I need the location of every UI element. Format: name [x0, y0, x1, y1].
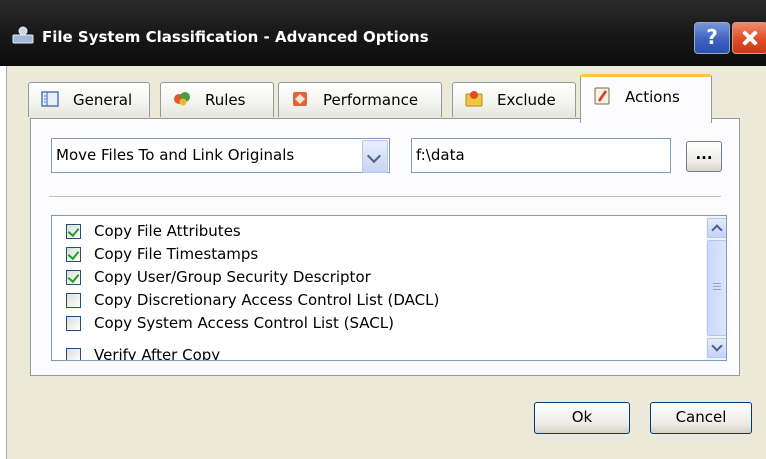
close-button[interactable] — [732, 22, 766, 54]
tab-rules[interactable]: Rules — [160, 82, 274, 117]
performance-icon — [293, 92, 307, 106]
grip-line — [713, 286, 721, 287]
option-label: Copy System Access Control List (SACL) — [94, 314, 394, 332]
tab-label: Actions — [625, 88, 680, 106]
chevron-down-icon — [366, 148, 382, 164]
rules-icon — [174, 92, 190, 106]
window-title: File System Classification - Advanced Op… — [42, 28, 429, 46]
actions-panel: Move Files To and Link Originals f:\data… — [30, 118, 740, 376]
option-label: Copy File Timestamps — [94, 245, 259, 263]
checkbox[interactable] — [66, 316, 81, 331]
checkbox[interactable] — [66, 293, 81, 308]
actions-icon — [594, 87, 610, 105]
grip-line — [713, 283, 721, 284]
option-label: Copy User/Group Security Descriptor — [94, 268, 371, 286]
tab-general[interactable]: General — [28, 82, 150, 117]
browse-button[interactable]: ... — [686, 141, 722, 172]
target-path-value: f:\data — [416, 146, 465, 164]
tab-label: Performance — [323, 91, 419, 109]
option-label: Copy File Attributes — [94, 222, 241, 240]
scroll-up-button[interactable] — [707, 218, 726, 238]
title-bar[interactable]: File System Classification - Advanced Op… — [0, 0, 766, 66]
tab-label: Exclude — [497, 91, 556, 109]
ok-button[interactable]: Ok — [534, 402, 630, 434]
grip-line — [713, 289, 721, 290]
chevron-down-icon — [711, 340, 723, 352]
divider — [49, 196, 721, 198]
action-mode-select[interactable]: Move Files To and Link Originals — [51, 138, 390, 173]
action-mode-value: Move Files To and Link Originals — [56, 146, 295, 164]
checkbox[interactable] — [66, 224, 81, 239]
tab-label: General — [73, 91, 133, 109]
exclude-icon — [465, 91, 483, 107]
tab-label: Rules — [205, 91, 246, 109]
general-icon — [41, 91, 59, 107]
tab-performance[interactable]: Performance — [278, 82, 442, 117]
help-button[interactable]: ? — [694, 22, 730, 54]
option-label: Copy Discretionary Access Control List (… — [94, 291, 440, 309]
checkbox[interactable] — [66, 270, 81, 285]
checkbox[interactable] — [66, 247, 81, 262]
dropdown-button[interactable] — [362, 140, 388, 173]
option-label: Verify After Copy — [94, 346, 221, 361]
tab-exclude[interactable]: Exclude — [452, 82, 576, 117]
checkbox[interactable] — [66, 348, 81, 360]
cancel-button[interactable]: Cancel — [650, 402, 752, 434]
scroll-down-button[interactable] — [707, 338, 726, 358]
target-path-input[interactable]: f:\data — [411, 138, 671, 173]
chevron-up-icon — [711, 224, 723, 236]
scroll-thumb[interactable] — [707, 240, 726, 336]
copy-options-list[interactable]: Copy File Attributes Copy File Timestamp… — [51, 215, 727, 361]
tab-actions[interactable]: Actions — [580, 74, 712, 123]
vertical-scrollbar[interactable] — [706, 216, 726, 360]
app-icon — [12, 26, 34, 44]
